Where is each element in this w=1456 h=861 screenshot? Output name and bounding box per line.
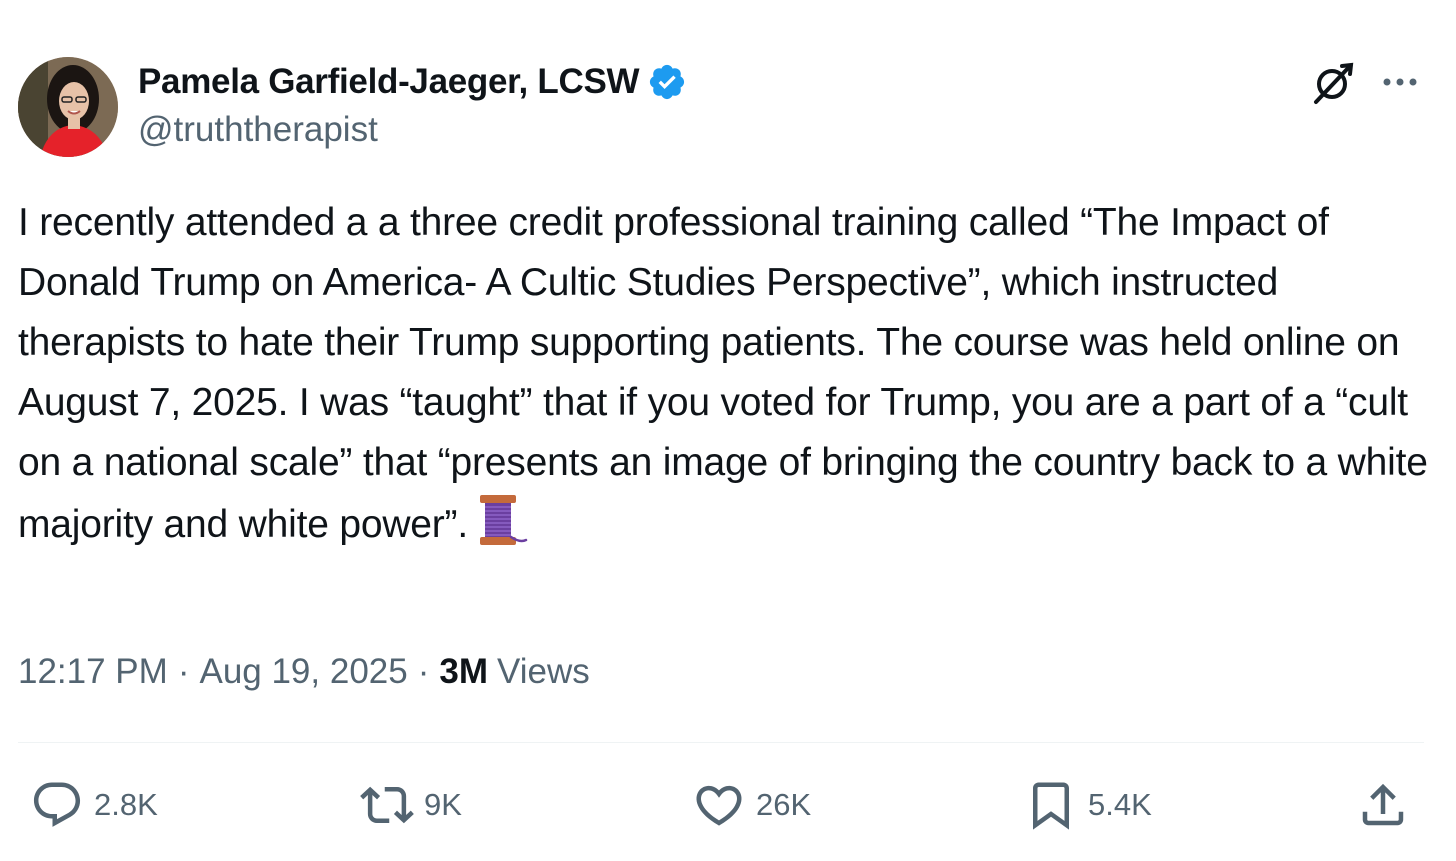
like-count: 26K	[756, 787, 812, 822]
repost-count: 9K	[424, 787, 462, 822]
bookmark-icon	[1033, 782, 1069, 830]
bookmark-count: 5.4K	[1088, 787, 1152, 822]
bookmark-button[interactable]: 5.4K	[1024, 770, 1152, 840]
tweet-time[interactable]: 12:17 PM	[18, 652, 168, 692]
reply-count: 2.8K	[94, 787, 158, 822]
author-name-row[interactable]: Pamela Garfield-Jaeger, LCSW	[138, 60, 687, 104]
repost-button[interactable]: 9K	[360, 770, 462, 840]
avatar-image	[18, 57, 118, 157]
tweet-card: Pamela Garfield-Jaeger, LCSW @truththera…	[0, 0, 1456, 861]
meta-separator: ·	[417, 652, 430, 691]
tweet-date[interactable]: Aug 19, 2025	[199, 652, 407, 692]
reply-icon	[33, 782, 81, 827]
repost-icon	[360, 786, 414, 824]
avatar[interactable]	[18, 57, 118, 157]
thread-spool-emoji-icon	[476, 493, 528, 549]
reply-button[interactable]: 2.8K	[30, 770, 158, 840]
author-display-name[interactable]: Pamela Garfield-Jaeger, LCSW	[138, 62, 640, 102]
tweet-body: I recently attended a a three credit pro…	[18, 201, 1428, 546]
share-button[interactable]	[1356, 770, 1410, 840]
tweet-text: I recently attended a a three credit pro…	[18, 193, 1438, 555]
share-icon	[1362, 783, 1404, 826]
views-label: Views	[497, 652, 590, 691]
tweet-meta: 12:17 PM · Aug 19, 2025 · 3M Views	[18, 652, 590, 692]
action-bar: 2.8K 9K 26K 5.4K	[0, 770, 1456, 840]
views-count[interactable]: 3M	[439, 652, 488, 692]
author-handle[interactable]: @truththerapist	[138, 110, 378, 150]
divider	[18, 742, 1424, 743]
like-button[interactable]: 26K	[692, 770, 811, 840]
grok-icon[interactable]	[1308, 58, 1358, 108]
heart-icon	[696, 785, 742, 826]
more-options-icon[interactable]	[1380, 62, 1420, 102]
meta-separator: ·	[177, 652, 190, 691]
verified-badge-icon[interactable]	[647, 62, 687, 102]
